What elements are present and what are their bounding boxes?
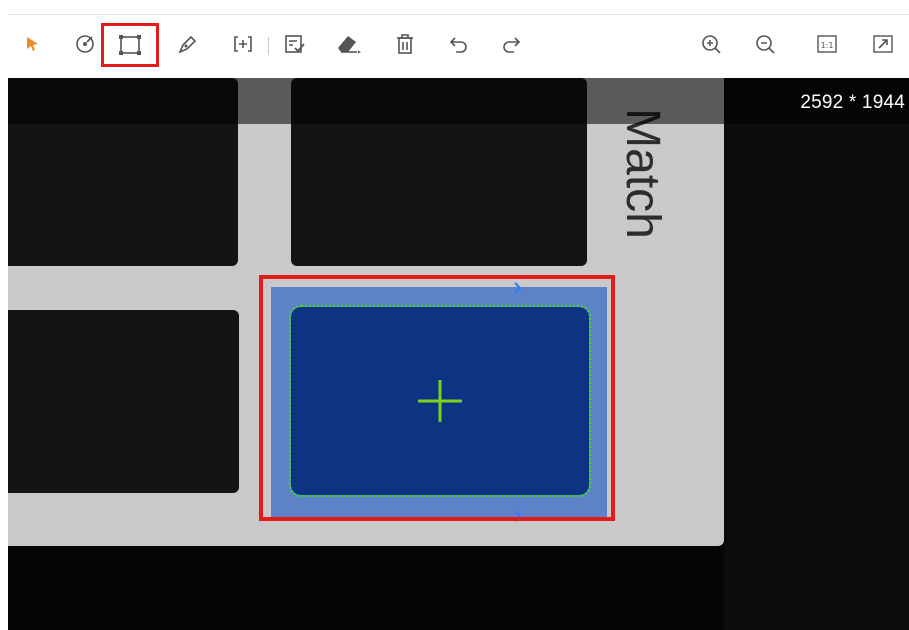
rectangle-roi-tool[interactable] bbox=[101, 23, 159, 67]
zoom-in-icon bbox=[702, 35, 721, 54]
circle-target-icon bbox=[76, 35, 94, 53]
image-info-bar: 2592 * 1944 bbox=[8, 78, 909, 124]
zoom-out-icon bbox=[756, 35, 775, 54]
eraser-tool[interactable] bbox=[334, 29, 364, 59]
image-resolution: 2592 * 1944 bbox=[800, 92, 905, 113]
checklist-icon bbox=[285, 35, 305, 53]
image-canvas[interactable]: Match 2592 * 1944 bbox=[8, 78, 909, 630]
apply-tool[interactable] bbox=[280, 29, 310, 59]
trash-icon bbox=[397, 34, 413, 54]
image-toolbar: 1:1 bbox=[8, 14, 909, 79]
actual-size-tool[interactable]: 1:1 bbox=[812, 29, 842, 59]
redo-icon bbox=[503, 37, 521, 53]
rectangle-roi-icon bbox=[119, 35, 141, 55]
eraser-icon bbox=[338, 36, 361, 53]
roi-selection-highlight bbox=[259, 275, 615, 521]
undo-tool[interactable] bbox=[444, 29, 474, 59]
zoom-in-tool[interactable] bbox=[696, 29, 726, 59]
delete-tool[interactable] bbox=[390, 29, 420, 59]
toolbar-separator bbox=[268, 37, 269, 55]
actual-size-label: 1:1 bbox=[821, 41, 834, 50]
pen-icon bbox=[178, 35, 197, 54]
actual-size-icon: 1:1 bbox=[817, 35, 837, 53]
select-tool[interactable] bbox=[18, 29, 48, 59]
circle-roi-tool[interactable] bbox=[70, 29, 100, 59]
fit-window-tool[interactable] bbox=[868, 29, 898, 59]
pen-tool[interactable] bbox=[173, 29, 203, 59]
undo-icon bbox=[449, 37, 467, 53]
add-region-tool[interactable] bbox=[228, 29, 258, 59]
zoom-out-tool[interactable] bbox=[750, 29, 780, 59]
redo-tool[interactable] bbox=[496, 29, 526, 59]
arrow-cursor-icon bbox=[27, 37, 38, 51]
fit-window-icon bbox=[873, 35, 893, 53]
bracket-plus-icon bbox=[234, 36, 252, 52]
